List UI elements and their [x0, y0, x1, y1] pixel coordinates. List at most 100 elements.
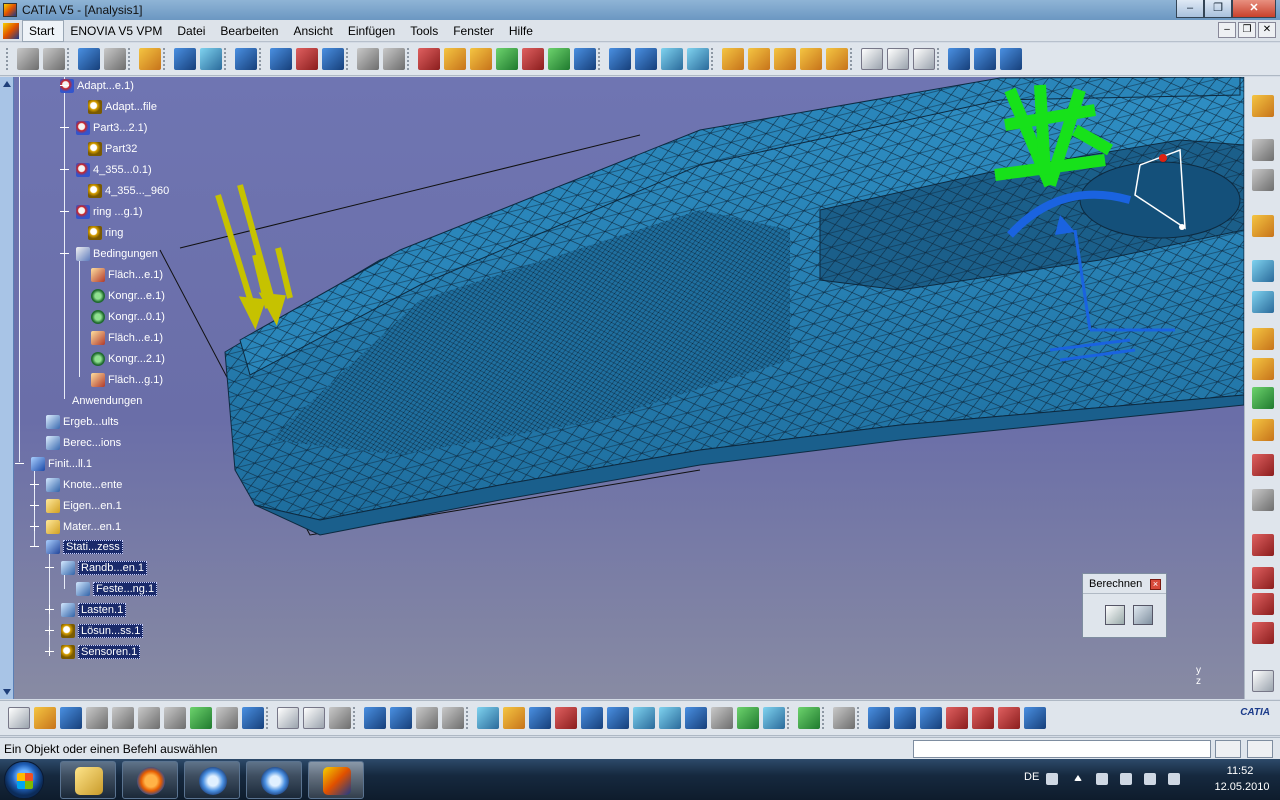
mesh-icon[interactable] [174, 48, 196, 70]
expand-toggle[interactable] [30, 501, 39, 510]
printer-icon[interactable] [833, 707, 855, 729]
bug-2-icon[interactable] [1252, 567, 1274, 589]
tree-node[interactable]: Lasten.1 [61, 601, 127, 619]
deformation-icon[interactable] [496, 48, 518, 70]
sketch-icon[interactable] [17, 48, 39, 70]
taskbar-app-active[interactable] [308, 761, 364, 799]
tree-node[interactable]: ring ...g.1) [76, 203, 143, 221]
select-arrow-icon[interactable] [1252, 215, 1274, 237]
collapse-toggle[interactable] [60, 249, 69, 258]
sensor-icon[interactable] [418, 48, 440, 70]
tree-node[interactable]: Mater...en.1 [46, 518, 121, 536]
collapse-toggle[interactable] [30, 542, 39, 551]
redo-icon[interactable] [216, 707, 238, 729]
tree-node[interactable]: Adapt...file [88, 98, 157, 116]
toolbar-grip[interactable] [346, 48, 351, 70]
command-input[interactable] [913, 740, 1211, 758]
tree-node[interactable]: Finit...ll.1 [31, 455, 92, 473]
cut-icon[interactable] [112, 707, 134, 729]
clamp-icon[interactable] [104, 48, 126, 70]
expand-toggle[interactable] [45, 647, 54, 656]
analysis-icon[interactable] [1252, 260, 1274, 282]
restore-button[interactable]: ❐ [1204, 0, 1232, 18]
cube-icon[interactable] [609, 48, 631, 70]
fea-2-icon[interactable] [972, 707, 994, 729]
material-icon[interactable] [139, 48, 161, 70]
toolbar-grip[interactable] [407, 48, 412, 70]
tree-node[interactable]: Kongr...e.1) [91, 287, 165, 305]
multi-view-icon[interactable] [659, 707, 681, 729]
grid-icon[interactable] [390, 707, 412, 729]
scroll-down-arrow-icon[interactable] [3, 689, 11, 695]
collapse-toggle[interactable] [60, 81, 69, 90]
tree-node[interactable]: Bedingungen [76, 245, 158, 263]
tree-node[interactable]: Randb...en.1 [61, 559, 147, 577]
print-icon[interactable] [86, 707, 108, 729]
section-icon[interactable] [687, 48, 709, 70]
tree-node[interactable]: Stati...zess [46, 538, 123, 556]
close-icon[interactable]: × [1150, 579, 1161, 590]
zoom-out-icon[interactable] [607, 707, 629, 729]
flag-icon[interactable] [1168, 773, 1180, 785]
mass-icon[interactable] [357, 48, 379, 70]
measure-icon[interactable] [78, 48, 100, 70]
tree-node[interactable]: Fläch...e.1) [91, 266, 163, 284]
knowledge-icon[interactable] [329, 707, 351, 729]
toolbar-grip[interactable] [711, 48, 716, 70]
language-indicator[interactable]: DE [1024, 771, 1039, 783]
copy-icon[interactable] [138, 707, 160, 729]
plane-icon[interactable] [661, 48, 683, 70]
layer-5-icon[interactable] [826, 48, 848, 70]
report-icon[interactable] [861, 48, 883, 70]
tree-node[interactable]: Fläch...e.1) [91, 329, 163, 347]
menu-start[interactable]: Start [22, 20, 65, 42]
network-icon[interactable] [1144, 773, 1156, 785]
table-icon[interactable] [1252, 670, 1274, 692]
document-icon[interactable] [3, 23, 19, 39]
connection-icon[interactable] [948, 48, 970, 70]
toolbar-grip[interactable] [266, 707, 271, 729]
fea-3-icon[interactable] [998, 707, 1020, 729]
fit-all-icon[interactable] [503, 707, 525, 729]
tree-node[interactable]: 4_355..._960 [88, 182, 169, 200]
assembly-icon[interactable] [868, 707, 890, 729]
cube-cut-icon[interactable] [635, 48, 657, 70]
toolbar-grip[interactable] [466, 707, 471, 729]
taskbar-app[interactable] [184, 761, 240, 799]
layer-icon[interactable] [722, 48, 744, 70]
sphere-icon[interactable] [1252, 489, 1274, 511]
toolbar-grip[interactable] [259, 48, 264, 70]
help-icon[interactable] [242, 707, 264, 729]
menu-datei[interactable]: Datei [171, 20, 214, 42]
catia-app-icon[interactable] [3, 3, 17, 17]
hierarchy-icon[interactable] [442, 707, 464, 729]
restraint-icon[interactable] [270, 48, 292, 70]
toolbar-grip[interactable] [598, 48, 603, 70]
layer-2-icon[interactable] [748, 48, 770, 70]
analysis-2-icon[interactable] [1252, 291, 1274, 313]
toolbar-grip[interactable] [163, 48, 168, 70]
pan-icon[interactable] [529, 707, 551, 729]
toolbar-grip[interactable] [937, 48, 942, 70]
grid-icon[interactable] [43, 48, 65, 70]
doc-close-button[interactable]: ✕ [1258, 22, 1276, 38]
tree-node[interactable]: Anwendungen [72, 392, 142, 410]
bug-4-icon[interactable] [1252, 622, 1274, 644]
tree-node[interactable]: 4_355...0.1) [76, 161, 152, 179]
tree-node[interactable]: Ergeb...ults [46, 413, 119, 431]
sketcher-icon[interactable] [1252, 139, 1274, 161]
tree-node[interactable]: Part3...2.1) [76, 119, 147, 137]
comment-icon[interactable] [303, 707, 325, 729]
layer-3-icon[interactable] [774, 48, 796, 70]
taskbar-app[interactable] [122, 761, 178, 799]
shading-icon[interactable] [711, 707, 733, 729]
axis-icon[interactable] [1000, 48, 1022, 70]
paste-icon[interactable] [164, 707, 186, 729]
color-map-icon[interactable] [548, 48, 570, 70]
taskbar-app[interactable] [246, 761, 302, 799]
tree-icon[interactable] [798, 707, 820, 729]
toolbar-grip[interactable] [128, 48, 133, 70]
catalog-icon[interactable] [1252, 95, 1274, 117]
compute-all-icon[interactable] [1133, 605, 1153, 625]
formula-icon[interactable] [277, 707, 299, 729]
